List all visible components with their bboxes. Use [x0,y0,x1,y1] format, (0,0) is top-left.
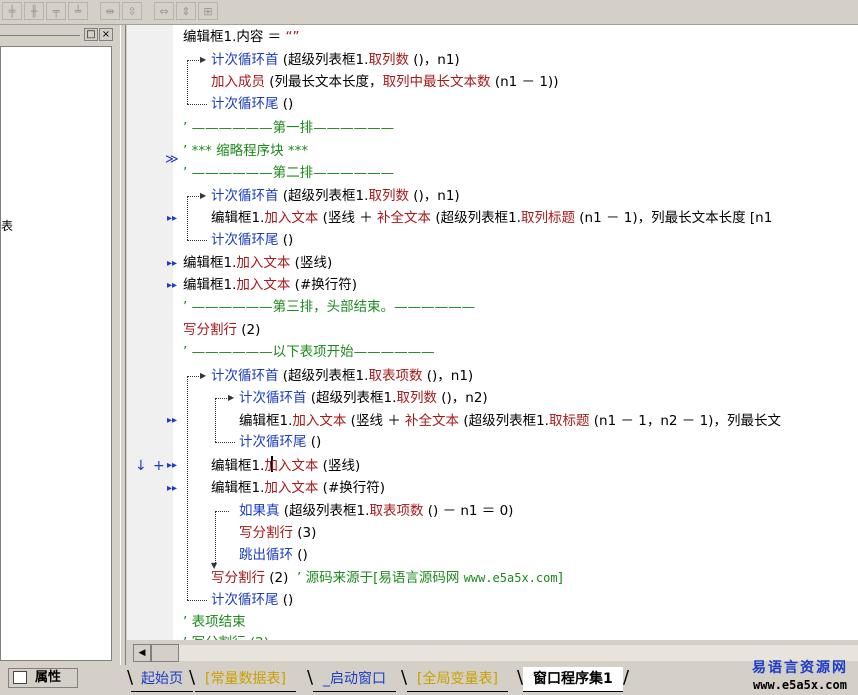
restore-icon[interactable]: □ [84,28,98,41]
code-line[interactable]: 如果真 (超级列表框1.取表项数 () － n1 ＝ 0) [239,500,513,522]
collapsed-block-icon[interactable]: ≫ [165,149,179,171]
panel-splitter[interactable] [120,25,126,665]
same-width-icon[interactable]: ⇹ [100,2,120,20]
left-panel: □ × 表 [0,25,120,665]
comment-line[interactable]: ’ ——————以下表项开始—————— [183,341,435,363]
center-icon[interactable]: ⊞ [198,2,218,20]
tab-window-assembly[interactable]: 窗口程序集1 [523,667,623,692]
align-top-icon[interactable]: ╤ [46,2,66,20]
comment-line[interactable]: ’ 表项结束 [183,611,246,633]
code-line[interactable]: 计次循环首 (超级列表框1.取列数 ()，n2) [239,387,488,409]
watermark-url: www.e5a5x.com [753,678,847,692]
document-tabs: \ 起始页 \ [常量数据表] \ _启动窗口 \ [全局变量表] \ 窗口程序… [127,665,858,695]
code-editor[interactable]: ▶ ▶ ▶ ▶ ▼ ≫ ▸▸ ▸▸ ▸▸ ▸▸ ↓ + ▸▸ ▸▸ 编辑框1.内… [127,25,858,640]
align-left-icon[interactable]: ╪ [2,2,22,20]
code-line[interactable]: 编辑框1.加入文本 (#换行符) [183,274,357,296]
tab-global-variables[interactable]: [全局变量表] [407,667,508,692]
scroll-left-icon[interactable]: ◀ [133,644,151,662]
comment-line[interactable]: ’ ——————第一排—————— [183,117,394,139]
v-spacing-icon[interactable]: ⇕ [176,2,196,20]
code-line[interactable]: 编辑框1.加入文本 (竖线) [211,455,360,477]
scroll-track[interactable] [179,645,858,661]
code-line[interactable]: 计次循环首 (超级列表框1.取列数 ()，n1) [211,185,460,207]
code-line[interactable]: 写分割行 (2) ’ 源码来源于[易语言源码网 www.e5a5x.com] [211,567,563,589]
property-tab[interactable]: 属性 [8,668,78,688]
horizontal-scrollbar[interactable]: ◀ [127,640,858,664]
comment-line[interactable]: ’ 写分割行 (2) [183,632,269,640]
h-spacing-icon[interactable]: ⇔ [154,2,174,20]
code-line[interactable]: 计次循环尾 () [211,229,293,251]
code-line[interactable]: 计次循环尾 () [239,431,321,453]
breakpoint-marker-icon[interactable]: ▸▸ [167,275,177,297]
code-line[interactable]: 写分割行 (2) [183,319,260,341]
tab-startup-window[interactable]: _启动窗口 [313,667,396,692]
comment-line[interactable]: ’ ——————第三排，头部结束。—————— [183,296,475,318]
code-line[interactable]: 计次循环尾 () [211,589,293,611]
same-height-icon[interactable]: ⇳ [122,2,142,20]
left-panel-titlebar: □ × [0,27,118,43]
code-line[interactable]: 编辑框1.加入文本 (竖线 ＋ 补全文本 (超级列表框1.取列标题 (n1 － … [211,207,772,229]
code-line[interactable]: 计次循环首 (超级列表框1.取列数 ()，n1) [211,49,460,71]
property-icon [13,671,27,684]
breakpoint-marker-icon[interactable]: ▸▸ [167,455,177,477]
breakpoint-marker-icon[interactable]: ▸▸ [167,410,177,432]
code-line[interactable]: 加入成员 (列最长文本长度，取列中最长文本数 (n1 － 1)) [211,71,558,93]
left-panel-fragment-text: 表 [1,219,14,233]
code-line[interactable]: 跳出循环 () [239,544,308,566]
breakpoint-marker-icon[interactable]: ▸▸ [167,208,177,230]
code-line[interactable]: 写分割行 (3) [239,522,316,544]
property-tab-label: 属性 [35,670,62,685]
down-arrow-icon[interactable]: ↓ [135,455,147,477]
code-line[interactable]: 编辑框1.加入文本 (竖线) [183,252,332,274]
site-watermark: 易语言资源网 www.e5a5x.com [752,660,848,694]
scroll-thumb[interactable] [151,644,179,662]
tab-start-page[interactable]: 起始页 [131,667,193,692]
watermark-cn: 易语言资源网 [752,660,848,676]
plus-icon[interactable]: + [153,455,165,477]
breakpoint-marker-icon[interactable]: ▸▸ [167,253,177,275]
alignment-toolbar: ╪ ╫ ╤ ╧ ⇹ ⇳ ⇔ ⇕ ⊞ [0,0,858,25]
code-line[interactable]: 编辑框1.加入文本 (竖线 ＋ 补全文本 (超级列表框1.取标题 (n1 － 1… [239,410,781,432]
editor-gutter [127,25,173,640]
breakpoint-marker-icon[interactable]: ▸▸ [167,478,177,500]
code-line[interactable]: 编辑框1.加入文本 (#换行符) [211,477,385,499]
align-middle-icon[interactable]: ╧ [68,2,88,20]
left-panel-body[interactable]: 表 [0,46,112,661]
code-line[interactable]: 计次循环首 (超级列表框1.取表项数 ()，n1) [211,365,473,387]
tab-constant-table[interactable]: [常量数据表] [195,667,296,692]
close-icon[interactable]: × [99,28,113,41]
code-line[interactable]: 计次循环尾 () [211,93,293,115]
collapsed-block-line[interactable]: ’ *** 缩略程序块 *** [183,140,308,162]
comment-line[interactable]: ’ ——————第二排—————— [183,162,394,184]
align-center-icon[interactable]: ╫ [24,2,44,20]
code-line[interactable]: 编辑框1.内容 ＝ “” [183,26,299,48]
